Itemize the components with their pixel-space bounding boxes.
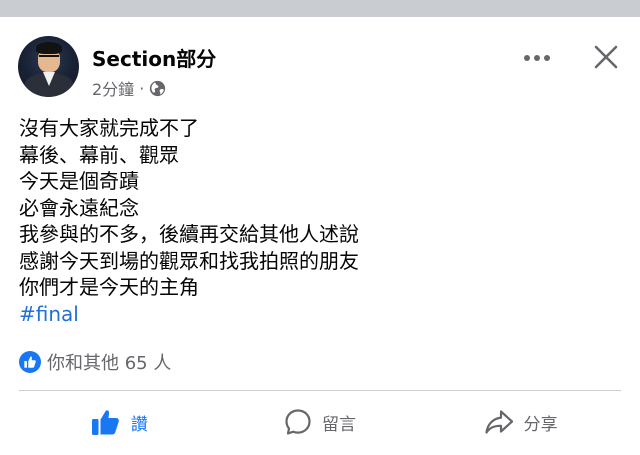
background-strip [0,0,640,17]
post-line: 今天是個奇蹟 [19,169,139,193]
post-line: 你們才是今天的主角 [19,275,199,299]
post-meta: 2分鐘 · [92,76,166,100]
author-name[interactable]: Section部分 [92,43,216,72]
post-line: 感謝今天到場的觀眾和找我拍照的朋友 [19,248,359,273]
divider [19,390,621,391]
hashtag-link[interactable]: #final [19,301,619,328]
close-icon [594,45,618,69]
post-line: 幕後、幕前、觀眾 [19,142,179,167]
globe-icon[interactable] [149,80,166,97]
comment-icon [285,409,311,435]
avatar[interactable] [18,36,79,97]
avatar-glasses [39,55,59,61]
post-line: 我參與的不多，後續再交給其他人述說 [19,222,359,246]
like-label: 讚 [130,414,148,435]
comment-label: 留言 [322,414,356,435]
meta-separator: · [139,78,145,98]
like-badge-icon [19,351,41,373]
like-button[interactable]: 讚 [19,400,220,444]
post-line: 必會永遠紀念 [19,195,139,220]
post-text: 沒有大家就完成不了 幕後、幕前、觀眾 今天是個奇蹟 必會永遠紀念 我參與的不多，… [19,115,619,327]
avatar-hair [36,42,62,54]
close-button[interactable] [588,39,624,75]
post-line: 沒有大家就完成不了 [19,116,199,140]
reactions-count: 你和其他 65 人 [47,353,172,374]
more-horizontal-icon [524,55,550,61]
more-options-button[interactable] [520,47,554,69]
comment-button[interactable]: 留言 [220,400,421,444]
share-button[interactable]: 分享 [420,400,621,444]
post-card: Section部分 2分鐘 · 沒有大家就完成不了 幕後、幕前、觀眾 今天是個奇… [0,17,640,455]
thumbs-up-icon [91,410,119,435]
share-icon [485,410,513,434]
share-label: 分享 [523,414,558,435]
action-bar: 讚 留言 分享 [19,400,621,444]
reactions-summary[interactable]: 你和其他 65 人 [19,349,171,375]
post-time[interactable]: 2分鐘 [92,76,134,100]
